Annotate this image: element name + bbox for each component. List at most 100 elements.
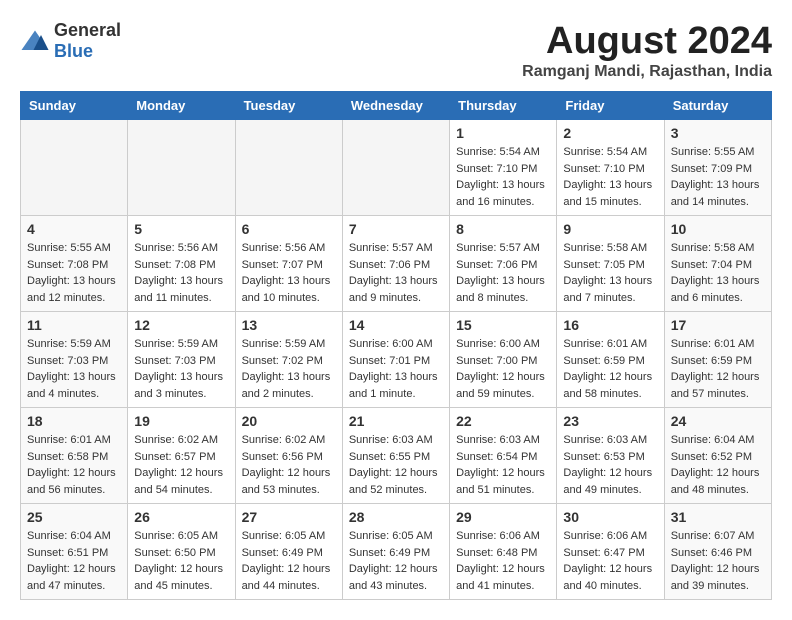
day-detail: Sunrise: 5:59 AM Sunset: 7:03 PM Dayligh… <box>134 338 223 400</box>
day-number: 20 <box>242 413 336 429</box>
logo-general: General <box>54 20 121 40</box>
header-row: Sunday Monday Tuesday Wednesday Thursday… <box>21 92 772 120</box>
day-number: 24 <box>671 413 765 429</box>
day-detail: Sunrise: 6:04 AM Sunset: 6:51 PM Dayligh… <box>27 530 116 592</box>
day-number: 16 <box>563 317 657 333</box>
cell-1-2: 6 Sunrise: 5:56 AM Sunset: 7:07 PM Daylig… <box>235 216 342 312</box>
day-number: 28 <box>349 509 443 525</box>
page-header: General Blue August 2024 Ramganj Mandi, … <box>20 20 772 81</box>
day-number: 10 <box>671 221 765 237</box>
day-detail: Sunrise: 6:00 AM Sunset: 7:01 PM Dayligh… <box>349 338 438 400</box>
cell-0-2 <box>235 120 342 216</box>
cell-2-2: 13Sunrise: 5:59 AM Sunset: 7:02 PM Dayli… <box>235 312 342 408</box>
logo-text: General Blue <box>54 20 121 62</box>
day-detail: Sunrise: 5:56 AM Sunset: 7:08 PM Dayligh… <box>134 242 223 304</box>
cell-4-6: 31 Sunrise: 6:07 AM Sunset: 6:46 PM Dayli… <box>664 504 771 600</box>
cell-3-1: 19 Sunrise: 6:02 AM Sunset: 6:57 PM Dayli… <box>128 408 235 504</box>
cell-2-3: 14 Sunrise: 6:00 AM Sunset: 7:01 PM Dayli… <box>342 312 449 408</box>
day-detail: Sunrise: 6:05 AM Sunset: 6:49 PM Dayligh… <box>242 530 331 592</box>
location: Ramganj Mandi, Rajasthan, India <box>522 63 772 81</box>
day-number: 25 <box>27 509 121 525</box>
day-number: 6 <box>242 221 336 237</box>
cell-2-6: 17 Sunrise: 6:01 AM Sunset: 6:59 PM Dayli… <box>664 312 771 408</box>
cell-1-6: 10Sunrise: 5:58 AM Sunset: 7:04 PM Dayli… <box>664 216 771 312</box>
cell-1-5: 9Sunrise: 5:58 AM Sunset: 7:05 PM Daylig… <box>557 216 664 312</box>
day-number: 26 <box>134 509 228 525</box>
day-detail: Sunrise: 5:54 AM Sunset: 7:10 PM Dayligh… <box>456 146 545 208</box>
cell-4-1: 26 Sunrise: 6:05 AM Sunset: 6:50 PM Dayli… <box>128 504 235 600</box>
day-detail: Sunrise: 6:01 AM Sunset: 6:59 PM Dayligh… <box>563 338 652 400</box>
day-number: 12 <box>134 317 228 333</box>
cell-4-2: 27 Sunrise: 6:05 AM Sunset: 6:49 PM Dayli… <box>235 504 342 600</box>
week-row-3: 11Sunrise: 5:59 AM Sunset: 7:03 PM Dayli… <box>21 312 772 408</box>
cell-1-3: 7 Sunrise: 5:57 AM Sunset: 7:06 PM Daylig… <box>342 216 449 312</box>
cell-1-1: 5 Sunrise: 5:56 AM Sunset: 7:08 PM Daylig… <box>128 216 235 312</box>
day-number: 1 <box>456 125 550 141</box>
day-number: 18 <box>27 413 121 429</box>
day-detail: Sunrise: 6:03 AM Sunset: 6:55 PM Dayligh… <box>349 434 438 496</box>
day-detail: Sunrise: 6:05 AM Sunset: 6:50 PM Dayligh… <box>134 530 223 592</box>
cell-4-5: 30 Sunrise: 6:06 AM Sunset: 6:47 PM Dayli… <box>557 504 664 600</box>
col-saturday: Saturday <box>664 92 771 120</box>
day-detail: Sunrise: 6:06 AM Sunset: 6:47 PM Dayligh… <box>563 530 652 592</box>
day-number: 19 <box>134 413 228 429</box>
month-year: August 2024 <box>522 20 772 63</box>
logo-blue: Blue <box>54 41 93 61</box>
col-tuesday: Tuesday <box>235 92 342 120</box>
cell-2-4: 15Sunrise: 6:00 AM Sunset: 7:00 PM Dayli… <box>450 312 557 408</box>
day-number: 5 <box>134 221 228 237</box>
day-detail: Sunrise: 6:05 AM Sunset: 6:49 PM Dayligh… <box>349 530 438 592</box>
cell-0-3 <box>342 120 449 216</box>
title-section: August 2024 Ramganj Mandi, Rajasthan, In… <box>522 20 772 81</box>
day-number: 31 <box>671 509 765 525</box>
day-detail: Sunrise: 6:00 AM Sunset: 7:00 PM Dayligh… <box>456 338 545 400</box>
day-detail: Sunrise: 5:56 AM Sunset: 7:07 PM Dayligh… <box>242 242 331 304</box>
logo: General Blue <box>20 20 121 62</box>
day-detail: Sunrise: 6:01 AM Sunset: 6:59 PM Dayligh… <box>671 338 760 400</box>
day-detail: Sunrise: 5:55 AM Sunset: 7:09 PM Dayligh… <box>671 146 760 208</box>
cell-3-6: 24 Sunrise: 6:04 AM Sunset: 6:52 PM Dayli… <box>664 408 771 504</box>
day-detail: Sunrise: 5:57 AM Sunset: 7:06 PM Dayligh… <box>349 242 438 304</box>
day-number: 17 <box>671 317 765 333</box>
day-detail: Sunrise: 6:03 AM Sunset: 6:54 PM Dayligh… <box>456 434 545 496</box>
day-detail: Sunrise: 6:01 AM Sunset: 6:58 PM Dayligh… <box>27 434 116 496</box>
cell-2-1: 12 Sunrise: 5:59 AM Sunset: 7:03 PM Dayli… <box>128 312 235 408</box>
day-detail: Sunrise: 6:07 AM Sunset: 6:46 PM Dayligh… <box>671 530 760 592</box>
day-number: 21 <box>349 413 443 429</box>
day-detail: Sunrise: 6:02 AM Sunset: 6:56 PM Dayligh… <box>242 434 331 496</box>
col-friday: Friday <box>557 92 664 120</box>
day-detail: Sunrise: 6:03 AM Sunset: 6:53 PM Dayligh… <box>563 434 652 496</box>
day-number: 27 <box>242 509 336 525</box>
day-number: 7 <box>349 221 443 237</box>
day-detail: Sunrise: 5:59 AM Sunset: 7:03 PM Dayligh… <box>27 338 116 400</box>
cell-0-5: 2Sunrise: 5:54 AM Sunset: 7:10 PM Daylig… <box>557 120 664 216</box>
cell-3-0: 18 Sunrise: 6:01 AM Sunset: 6:58 PM Dayli… <box>21 408 128 504</box>
calendar-table: Sunday Monday Tuesday Wednesday Thursday… <box>20 91 772 600</box>
day-detail: Sunrise: 6:04 AM Sunset: 6:52 PM Dayligh… <box>671 434 760 496</box>
day-number: 30 <box>563 509 657 525</box>
cell-1-4: 8Sunrise: 5:57 AM Sunset: 7:06 PM Daylig… <box>450 216 557 312</box>
cell-0-0 <box>21 120 128 216</box>
day-number: 29 <box>456 509 550 525</box>
day-detail: Sunrise: 5:58 AM Sunset: 7:05 PM Dayligh… <box>563 242 652 304</box>
day-number: 4 <box>27 221 121 237</box>
cell-0-1 <box>128 120 235 216</box>
cell-4-4: 29Sunrise: 6:06 AM Sunset: 6:48 PM Dayli… <box>450 504 557 600</box>
day-number: 23 <box>563 413 657 429</box>
day-number: 14 <box>349 317 443 333</box>
day-detail: Sunrise: 5:54 AM Sunset: 7:10 PM Dayligh… <box>563 146 652 208</box>
day-number: 3 <box>671 125 765 141</box>
cell-3-3: 21 Sunrise: 6:03 AM Sunset: 6:55 PM Dayli… <box>342 408 449 504</box>
cell-2-5: 16 Sunrise: 6:01 AM Sunset: 6:59 PM Dayli… <box>557 312 664 408</box>
cell-0-6: 3 Sunrise: 5:55 AM Sunset: 7:09 PM Daylig… <box>664 120 771 216</box>
cell-3-5: 23 Sunrise: 6:03 AM Sunset: 6:53 PM Dayli… <box>557 408 664 504</box>
day-detail: Sunrise: 6:02 AM Sunset: 6:57 PM Dayligh… <box>134 434 223 496</box>
day-detail: Sunrise: 5:57 AM Sunset: 7:06 PM Dayligh… <box>456 242 545 304</box>
cell-0-4: 1 Sunrise: 5:54 AM Sunset: 7:10 PM Daylig… <box>450 120 557 216</box>
calendar-body: 1 Sunrise: 5:54 AM Sunset: 7:10 PM Daylig… <box>21 120 772 600</box>
col-sunday: Sunday <box>21 92 128 120</box>
week-row-2: 4Sunrise: 5:55 AM Sunset: 7:08 PM Daylig… <box>21 216 772 312</box>
day-detail: Sunrise: 5:59 AM Sunset: 7:02 PM Dayligh… <box>242 338 331 400</box>
cell-4-0: 25 Sunrise: 6:04 AM Sunset: 6:51 PM Dayli… <box>21 504 128 600</box>
cell-4-3: 28 Sunrise: 6:05 AM Sunset: 6:49 PM Dayli… <box>342 504 449 600</box>
